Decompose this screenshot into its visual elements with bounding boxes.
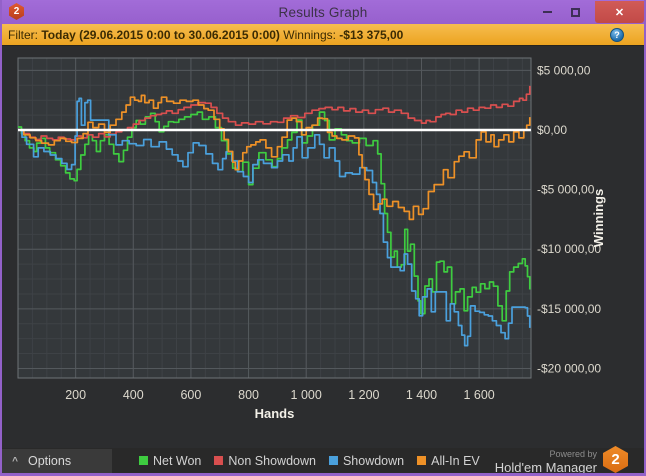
minimize-button[interactable] [533,0,561,24]
legend-label-showdown: Showdown [342,453,405,468]
showdown-swatch-icon [328,456,338,465]
svg-text:600: 600 [180,388,201,402]
svg-text:1 000: 1 000 [291,388,322,402]
maximize-icon [570,7,580,17]
non-showdown-swatch-icon [214,456,224,465]
chart-region: 200 400 600 800 1 000 1 200 1 400 1 600 $5 000,0… [2,46,644,448]
filter-label: Filter: [8,27,42,42]
maximize-button[interactable] [561,0,589,24]
close-icon: ✕ [614,6,625,19]
y-axis-title: Winnings [591,189,606,247]
legend-item-all-in-ev: All-In EV [417,454,480,468]
winnings-label: Winnings: [279,27,340,42]
all-in-ev-swatch-icon [417,456,427,465]
info-icon[interactable]: ? [610,28,624,42]
filter-range: Today (29.06.2015 0:00 to 30.06.2015 0:0… [41,27,280,42]
svg-text:-$5 000,00: -$5 000,00 [537,183,595,197]
svg-text:800: 800 [238,388,259,402]
minimize-icon [542,11,552,13]
powered-by-label: Powered by [549,449,597,459]
net-won-swatch-icon [138,456,148,465]
options-label: Options [28,454,72,468]
svg-text:1 200: 1 200 [348,388,379,402]
options-button[interactable]: ^ Options [2,449,112,473]
svg-text:200: 200 [65,388,86,402]
svg-text:$0,00: $0,00 [537,123,567,137]
x-axis-title: Hands [255,406,295,421]
hm2-footer-logo-icon: 2 [603,446,628,473]
results-graph-window: 2 Results Graph ✕ Filter: Today (29.06.2… [0,0,646,476]
svg-text:1 400: 1 400 [406,388,437,402]
legend-label-non-showdown: Non Showdown [228,453,316,468]
legend-item-net-won: Net Won [138,453,202,468]
window-controls: ✕ [533,0,644,24]
brand-name: Hold'em Manager [494,460,597,475]
legend-label-all-in-ev: All-In EV [431,453,480,468]
svg-text:$5 000,00: $5 000,00 [537,63,591,77]
legend-item-showdown: Showdown [328,453,405,468]
results-chart: 200 400 600 800 1 000 1 200 1 400 1 600 $5 000,0… [17,57,606,421]
title-bar: 2 Results Graph ✕ [2,0,644,24]
hm2-logo-text: 2 [13,6,20,17]
close-button[interactable]: ✕ [595,1,644,23]
x-axis-tick-labels: 200 400 600 800 1 000 1 200 1 400 1 600 [65,388,495,402]
svg-text:1 600: 1 600 [463,388,494,402]
caret-up-icon: ^ [12,455,18,467]
filter-bar: Filter: Today (29.06.2015 0:00 to 30.06.… [2,24,644,46]
legend-item-non-showdown: Non Showdown [214,454,316,468]
svg-text:-$15 000,00: -$15 000,00 [537,302,601,316]
chart-legend: Net Won Non Showdown Showdown All-In EV [138,448,480,473]
winnings-value: -$13 375,00 [339,27,404,42]
powered-by-block: Powered by Hold'em Manager [494,448,597,475]
svg-text:-$20 000,00: -$20 000,00 [537,361,601,375]
svg-text:400: 400 [123,388,144,402]
legend-label-net-won: Net Won [152,453,202,468]
bottom-bar: ^ Options Net Won Non Showdown Showdown … [2,446,644,475]
